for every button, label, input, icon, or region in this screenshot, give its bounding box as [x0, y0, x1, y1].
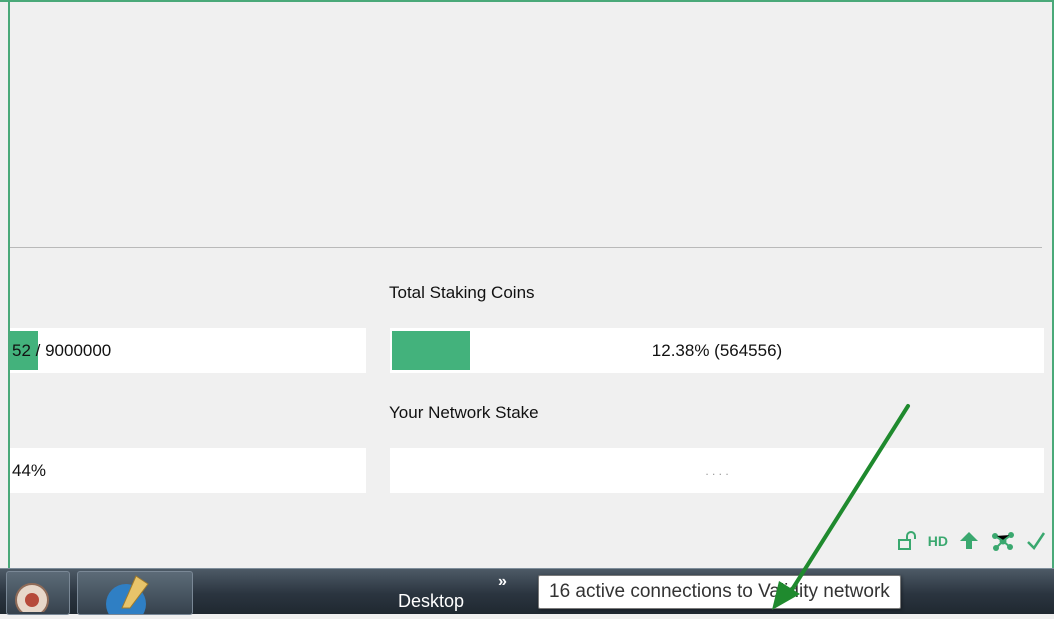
staking-arrow-icon[interactable] — [958, 530, 980, 552]
supply-progress-field: 52 / 9000000 — [10, 328, 366, 373]
pen-app-icon — [106, 575, 149, 619]
synced-check-icon[interactable] — [1026, 530, 1046, 552]
wallet-window: Total Staking Coins Your Network Stake 5… — [0, 0, 1054, 570]
desktop-toolbar-label[interactable]: Desktop — [398, 591, 464, 612]
taskbar-app-button-2[interactable] — [77, 571, 193, 619]
hd-icon[interactable]: HD — [928, 533, 948, 549]
status-icons-bar: HD — [896, 528, 1046, 554]
network-connections-icon[interactable] — [990, 530, 1016, 552]
staking-progress-field: 12.38% (564556) — [390, 328, 1044, 373]
section-divider — [10, 247, 1042, 248]
connections-tooltip: 16 active connections to Validity networ… — [538, 575, 901, 609]
unlock-icon[interactable] — [896, 530, 918, 552]
app-logo-icon — [15, 583, 49, 617]
network-stake-field: . . . . — [390, 448, 1044, 493]
weight-percent-field: 44% — [10, 448, 366, 493]
supply-progress-text: 52 / 9000000 — [12, 340, 112, 360]
your-network-stake-label: Your Network Stake — [389, 403, 539, 422]
total-staking-coins-label: Total Staking Coins — [389, 283, 535, 302]
network-stake-text: . . . . — [705, 463, 729, 478]
taskbar-app-button-1[interactable] — [6, 571, 70, 617]
staking-progress-fill — [392, 331, 470, 370]
toolbar-chevron-icon[interactable]: » — [498, 573, 507, 591]
staking-progress-text: 12.38% (564556) — [651, 340, 783, 360]
weight-percent-text: 44% — [12, 460, 47, 480]
